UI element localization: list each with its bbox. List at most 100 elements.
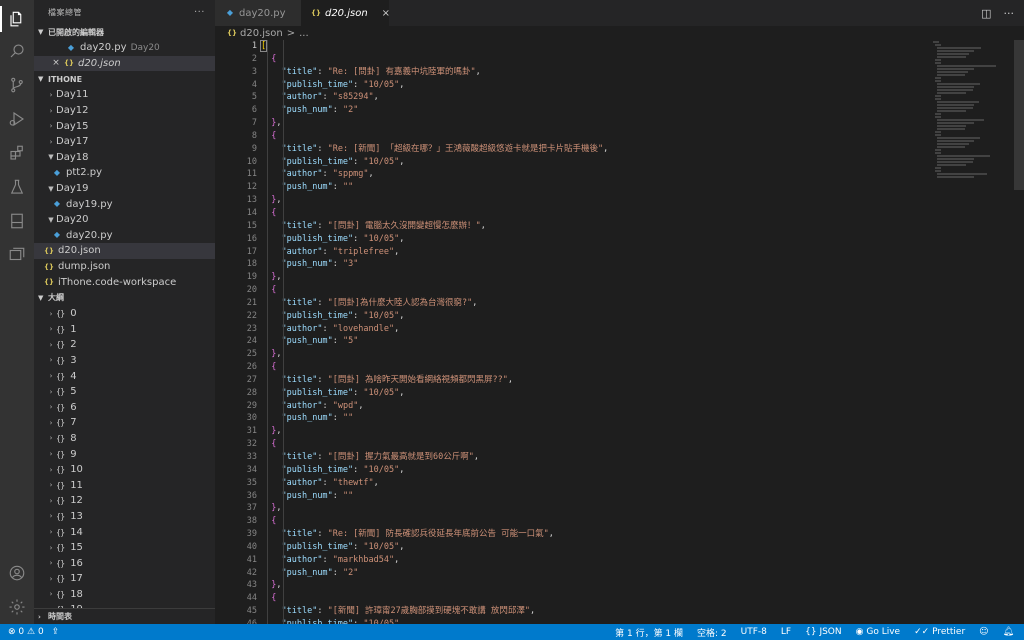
settings-gear-icon[interactable]	[0, 590, 34, 624]
breadcrumb-file[interactable]: d20.json	[240, 28, 283, 39]
live-share-icon[interactable]: ⇪	[52, 627, 60, 637]
line-number: 21	[246, 297, 257, 308]
outline-item[interactable]: ›{} 6	[34, 399, 215, 415]
prettier-button[interactable]: ✓✓ Prettier	[914, 627, 965, 637]
json-key: "publish_time"	[281, 387, 354, 398]
file-item[interactable]: {} iThone.code-workspace	[34, 274, 215, 290]
outline-item[interactable]: ›{} 7	[34, 415, 215, 431]
more-actions-icon[interactable]: ···	[194, 7, 205, 18]
folder-item[interactable]: ▼ Day19	[34, 181, 215, 197]
outline-item[interactable]: ›{} 15	[34, 540, 215, 556]
open-editor-item-active[interactable]: × {} d20.json	[34, 55, 215, 72]
account-icon[interactable]	[0, 556, 34, 590]
encoding[interactable]: UTF-8	[741, 627, 767, 637]
notifications-bell-icon[interactable]: 🔔︎	[1003, 627, 1014, 637]
close-icon[interactable]: ×	[50, 58, 62, 68]
language-mode[interactable]: {} JSON	[805, 627, 842, 637]
outline-item[interactable]: ›{} 4	[34, 368, 215, 384]
file-item[interactable]: ◆ ptt2.py	[34, 165, 215, 181]
outline-item[interactable]: ›{} 10	[34, 462, 215, 478]
breadcrumb-separator: >	[286, 27, 296, 39]
outline-item[interactable]: ›{} 5	[34, 384, 215, 400]
more-actions-icon[interactable]: ···	[1004, 7, 1015, 20]
vertical-scrollbar[interactable]	[1014, 40, 1024, 190]
json-string-value: "2"	[342, 105, 359, 116]
workspace-section[interactable]: ▼ ITHONE	[34, 71, 215, 87]
outline-item[interactable]: ›{} 14	[34, 524, 215, 540]
json-key-text: title	[286, 606, 313, 617]
folder-item[interactable]: › Day12	[34, 103, 215, 119]
folder-item[interactable]: ▼ Day20	[34, 212, 215, 228]
json-file-icon: {}	[311, 9, 321, 17]
json-string-value: "10/05"	[363, 233, 400, 244]
close-icon[interactable]: ×	[382, 8, 390, 19]
outline-item-label: 2	[70, 339, 77, 351]
split-editor-icon[interactable]: ◫	[981, 7, 991, 20]
minimap[interactable]	[933, 40, 1013, 240]
folder-item[interactable]: › Day17	[34, 134, 215, 150]
tab-d20-json[interactable]: {} d20.json ×	[301, 0, 390, 26]
end-of-line[interactable]: LF	[781, 627, 791, 637]
file-item[interactable]: {} dump.json	[34, 259, 215, 275]
open-editor-item[interactable]: ◆ day20.py Day20	[34, 40, 215, 56]
go-live-button[interactable]: ◉ Go Live	[856, 627, 900, 637]
outline-item[interactable]: ›{} 16	[34, 555, 215, 571]
problems-indicator[interactable]: ⊗ 0 ⚠ 0	[8, 627, 44, 637]
object-braces-icon: {}	[56, 527, 65, 537]
tab-label: d20.json	[324, 7, 368, 19]
outline-item-label: 0	[70, 308, 77, 320]
line-number: 13	[246, 195, 257, 206]
outline-item[interactable]: ›{} 12	[34, 493, 215, 509]
outline-section[interactable]: ▼ 大綱	[34, 290, 215, 306]
line-number: 16	[246, 233, 257, 244]
line-number: 32	[246, 439, 257, 450]
status-bar: ⊗ 0 ⚠ 0 ⇪ 第 1 行，第 1 欄 空格: 2 UTF-8 LF {} …	[0, 624, 1024, 640]
timeline-section[interactable]: › 時間表	[34, 608, 215, 624]
feedback-icon[interactable]: ☺	[979, 627, 988, 637]
outline-item[interactable]: ›{} 17	[34, 571, 215, 587]
folder-item[interactable]: ▼ Day18	[34, 150, 215, 166]
testing-icon[interactable]	[0, 170, 34, 204]
outline-item[interactable]: ›{} 1	[34, 322, 215, 338]
outline-item[interactable]: ›{} 18	[34, 587, 215, 603]
file-item[interactable]: {} d20.json	[34, 243, 215, 259]
outline-item[interactable]: ›{} 3	[34, 353, 215, 369]
cursor-position[interactable]: 第 1 行，第 1 欄	[615, 626, 683, 639]
outline-item[interactable]: ›{} 2	[34, 337, 215, 353]
minimap-line	[937, 125, 966, 127]
outline-item[interactable]: ›{} 8	[34, 431, 215, 447]
outline-item[interactable]: ›{} 0	[34, 306, 215, 322]
code-line: {	[261, 130, 931, 143]
minimap-line	[937, 83, 980, 85]
tab-day20-py[interactable]: ◆ day20.py	[215, 0, 301, 26]
source-control-icon[interactable]	[0, 68, 34, 102]
indentation[interactable]: 空格: 2	[697, 626, 727, 639]
folder-item[interactable]: › Day15	[34, 118, 215, 134]
json-string-value: "lovehandle"	[332, 323, 395, 334]
file-item[interactable]: ◆ day19.py	[34, 196, 215, 212]
json-file-icon: {}	[44, 278, 54, 287]
outline-item[interactable]: ›{} 11	[34, 477, 215, 493]
outline-item[interactable]: ›{} 13	[34, 509, 215, 525]
json-key: "publish_time"	[281, 464, 354, 475]
code-area[interactable]: [ { "title": "Re: [問卦] 有嘉義中坑陸軍的嗎卦", "pub…	[259, 40, 931, 624]
tree-item-label: day20.py	[66, 229, 113, 241]
code-line: "title": "[問卦] 握力氣最高就是到60公斤啊",	[281, 452, 480, 462]
remote-explorer-icon[interactable]	[0, 238, 34, 272]
json-key: "push_num"	[281, 413, 333, 424]
file-item[interactable]: ◆ day20.py	[34, 228, 215, 244]
code-editor[interactable]: 1 2 3 4 5 6 7 8 9 10 11 12 13 14 15 16 17 18 19 20 21 22 23 24 2…	[215, 40, 1024, 624]
folder-item[interactable]: › Day11	[34, 87, 215, 103]
run-debug-icon[interactable]	[0, 102, 34, 136]
open-editors-section[interactable]: ▼ 已開啟的編輯器	[34, 24, 215, 40]
json-string-value: "triplefree"	[332, 246, 395, 257]
search-icon[interactable]	[0, 34, 34, 68]
notebook-icon[interactable]	[0, 204, 34, 238]
open-editor-hint: Day20	[130, 42, 160, 53]
tree-item-label: d20.json	[58, 245, 101, 257]
breadcrumb-rest[interactable]: ...	[299, 28, 309, 39]
outline-item-label: 15	[70, 542, 83, 554]
outline-item[interactable]: ›{} 9	[34, 446, 215, 462]
explorer-icon[interactable]	[0, 2, 34, 36]
extensions-icon[interactable]	[0, 136, 34, 170]
